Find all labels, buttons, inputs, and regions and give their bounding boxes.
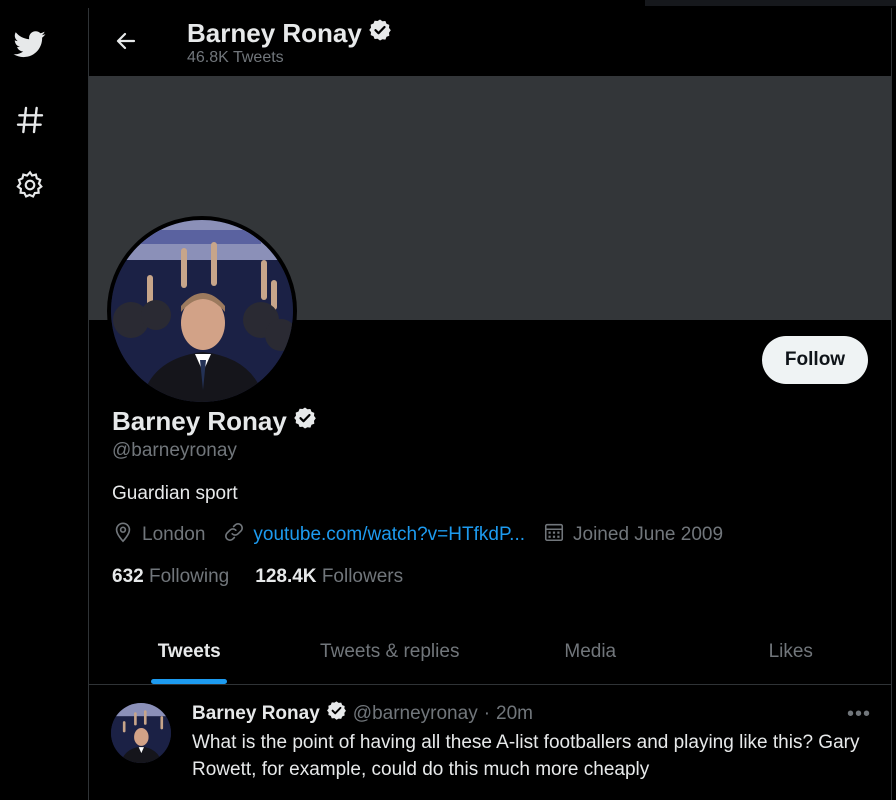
profile-header-bar: Barney Ronay 46.8K Tweets	[89, 8, 891, 76]
header-tweet-count: 46.8K Tweets	[187, 49, 284, 66]
followers-label: Followers	[321, 566, 404, 587]
tweet-time[interactable]: 20m	[496, 703, 533, 725]
profile-avatar[interactable]	[107, 216, 297, 406]
joined-item: Joined June 2009	[543, 521, 723, 549]
follow-button[interactable]: Follow	[762, 336, 868, 384]
tab-label: Likes	[768, 641, 813, 662]
window-top-strip	[645, 0, 896, 6]
profile-handle: @barneyronay	[112, 440, 237, 461]
header-name: Barney Ronay	[187, 18, 362, 48]
profile-column: Barney Ronay 46.8K Tweets Follow Barney …	[88, 8, 892, 800]
gear-icon[interactable]	[10, 165, 50, 205]
tab-tweets[interactable]: Tweets	[89, 620, 290, 684]
followers-stat[interactable]: 128.4K Followers	[255, 566, 403, 588]
tab-label: Tweets	[157, 641, 221, 662]
tweet-header: Barney Ronay @barneyronay · 20m	[192, 700, 533, 727]
joined-text: Joined June 2009	[573, 524, 724, 545]
link-item: youtube.com/watch?v=HTfkdP...	[223, 521, 525, 549]
calendar-icon	[543, 521, 565, 549]
tab-label: Tweets & replies	[320, 641, 460, 662]
location-text: London	[142, 524, 206, 545]
profile-name: Barney Ronay	[112, 406, 287, 436]
profile-meta: London youtube.com/watch?v=HTfkdP... Joi…	[112, 521, 741, 549]
link-icon	[223, 521, 245, 549]
following-label: Following	[148, 566, 230, 587]
header-title: Barney Ronay	[187, 18, 392, 49]
verified-badge-icon	[326, 700, 347, 727]
profile-tabs: Tweets Tweets & replies Media Likes	[89, 620, 891, 685]
profile-bio: Guardian sport	[112, 483, 238, 504]
location-pin-icon	[112, 521, 134, 549]
location-item: London	[112, 521, 205, 549]
tweet-author-name[interactable]: Barney Ronay	[192, 703, 320, 725]
back-arrow-icon[interactable]	[109, 24, 143, 58]
profile-link[interactable]: youtube.com/watch?v=HTfkdP...	[253, 524, 525, 546]
profile-name-row: Barney Ronay	[112, 406, 317, 437]
tab-likes[interactable]: Likes	[691, 620, 892, 684]
verified-badge-icon	[368, 18, 392, 49]
tab-media[interactable]: Media	[490, 620, 691, 684]
tab-label: Media	[564, 641, 617, 662]
tweet-text: What is the point of having all these A-…	[192, 732, 860, 780]
twitter-bird-icon[interactable]	[10, 24, 50, 64]
tweet-author-handle[interactable]: @barneyronay	[353, 703, 478, 725]
verified-badge-icon	[293, 406, 317, 437]
follow-stats: 632 Following 128.4K Followers	[112, 566, 403, 588]
tweet-avatar[interactable]	[111, 703, 171, 763]
more-options-icon[interactable]: •••	[847, 703, 871, 726]
tweet-item[interactable]: Barney Ronay @barneyronay · 20m ••• What…	[89, 685, 891, 800]
tweet-separator: ·	[483, 702, 491, 724]
hashtag-icon[interactable]	[10, 100, 50, 140]
following-count: 632	[112, 566, 144, 587]
following-stat[interactable]: 632 Following	[112, 566, 229, 588]
active-tab-indicator	[151, 679, 228, 684]
tab-tweets-and-replies[interactable]: Tweets & replies	[290, 620, 491, 684]
followers-count: 128.4K	[255, 566, 317, 587]
side-nav	[0, 0, 88, 800]
